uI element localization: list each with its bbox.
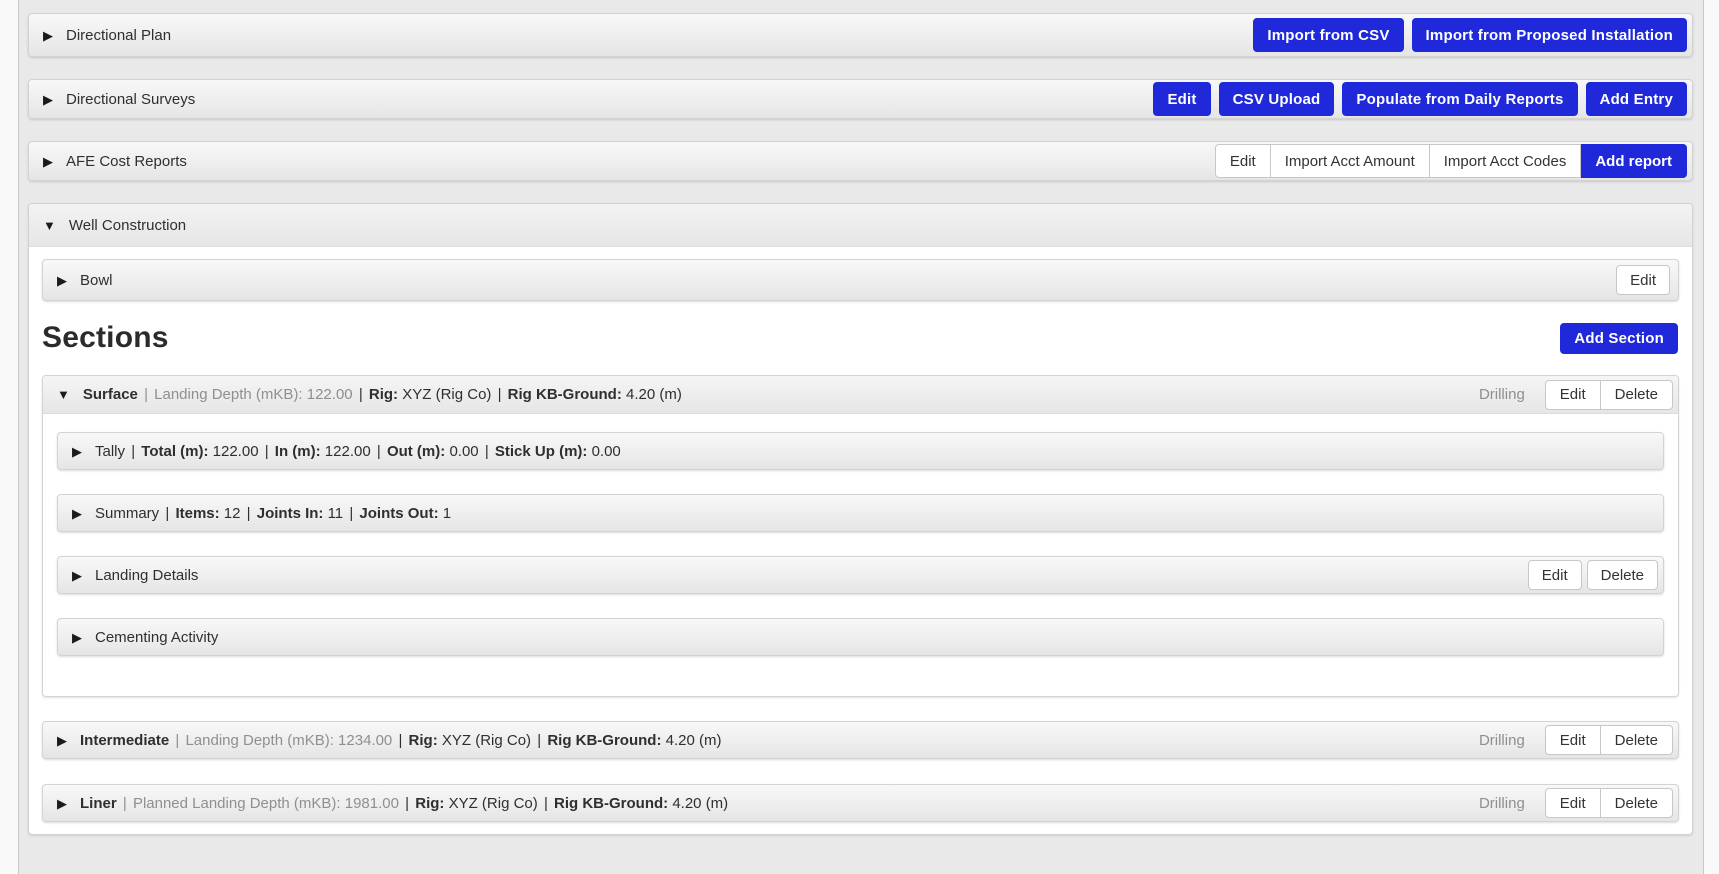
subpanel-name: Cementing Activity xyxy=(95,629,218,646)
section-title-text: Liner | Planned Landing Depth (mKB): 198… xyxy=(80,795,728,812)
section-surface: ▼ Surface | Landing Depth (mKB): 122.00 … xyxy=(42,375,1679,697)
status-badge: Drilling xyxy=(1479,795,1525,812)
landing-depth-label: Planned Landing Depth (mKB): xyxy=(133,795,341,812)
accordion-afe-cost-reports[interactable]: ▶ AFE Cost Reports Edit Import Acct Amou… xyxy=(28,141,1693,181)
caret-right-icon: ▶ xyxy=(43,29,53,42)
populate-from-daily-reports-button[interactable]: Populate from Daily Reports xyxy=(1342,82,1577,116)
accordion-title: Directional Surveys xyxy=(66,91,195,108)
rig-kb-ground-value: 4.20 (m) xyxy=(672,795,728,812)
caret-right-icon: ▶ xyxy=(57,797,67,810)
caret-right-icon: ▶ xyxy=(57,734,67,747)
import-from-proposed-installation-button[interactable]: Import from Proposed Installation xyxy=(1412,18,1687,52)
csv-upload-button[interactable]: CSV Upload xyxy=(1219,82,1335,116)
import-acct-codes-button[interactable]: Import Acct Codes xyxy=(1430,144,1582,178)
section-actions-group: Edit Delete xyxy=(1545,380,1673,410)
status-badge: Drilling xyxy=(1479,732,1525,749)
rig-value: XYZ (Rig Co) xyxy=(449,795,538,812)
landing-depth-value: 1234.00 xyxy=(338,732,392,749)
delete-button[interactable]: Delete xyxy=(1601,380,1673,410)
accordion-section-liner[interactable]: ▶ Liner | Planned Landing Depth (mKB): 1… xyxy=(42,784,1679,822)
afe-button-group: Edit Import Acct Amount Import Acct Code… xyxy=(1215,144,1687,178)
delete-button[interactable]: Delete xyxy=(1601,788,1673,818)
rig-label: Rig: xyxy=(409,732,438,749)
add-entry-button[interactable]: Add Entry xyxy=(1586,82,1687,116)
accordion-cementing-activity[interactable]: ▶ Cementing Activity xyxy=(57,618,1664,656)
rig-kb-ground-value: 4.20 (m) xyxy=(626,386,682,403)
section-name: Liner xyxy=(80,795,117,812)
rig-label: Rig: xyxy=(415,795,444,812)
import-acct-amount-button[interactable]: Import Acct Amount xyxy=(1271,144,1430,178)
accordion-tally[interactable]: ▶ Tally | Total (m): 122.00 | In (m): 12… xyxy=(57,432,1664,470)
section-actions-group: Edit Delete xyxy=(1545,788,1673,818)
landing-depth-label: Landing Depth (mKB): xyxy=(154,386,302,403)
edit-button[interactable]: Edit xyxy=(1153,82,1210,116)
landing-depth-value: 1981.00 xyxy=(345,795,399,812)
caret-right-icon: ▶ xyxy=(43,155,53,168)
well-construction-body: ▶ Bowl Edit Sections Add Section ▼ Surfa… xyxy=(29,247,1692,834)
section-title-text: Surface | Landing Depth (mKB): 122.00 | … xyxy=(83,386,682,403)
caret-right-icon: ▶ xyxy=(43,93,53,106)
summary-text: Summary | Items: 12 | Joints In: 11 | Jo… xyxy=(95,505,451,522)
accordion-landing-details[interactable]: ▶ Landing Details Edit Delete xyxy=(57,556,1664,594)
accordion-section-intermediate[interactable]: ▶ Intermediate | Landing Depth (mKB): 12… xyxy=(42,721,1679,759)
accordion-title: Directional Plan xyxy=(66,27,171,44)
left-page-gutter xyxy=(0,0,19,874)
edit-button[interactable]: Edit xyxy=(1528,560,1582,590)
edit-button[interactable]: Edit xyxy=(1545,725,1601,755)
accordion-directional-plan[interactable]: ▶ Directional Plan Import from CSV Impor… xyxy=(28,13,1693,57)
panel-title: Well Construction xyxy=(69,217,186,234)
subpanel-name: Landing Details xyxy=(95,567,198,584)
main-content: ▶ Directional Plan Import from CSV Impor… xyxy=(28,0,1693,835)
rig-value: XYZ (Rig Co) xyxy=(442,732,531,749)
caret-down-icon: ▼ xyxy=(43,219,56,232)
tally-summary-text: Tally | Total (m): 122.00 | In (m): 122.… xyxy=(95,443,621,460)
accordion-bowl[interactable]: ▶ Bowl Edit xyxy=(42,259,1679,301)
well-construction-panel: ▼ Well Construction ▶ Bowl Edit Sections… xyxy=(28,203,1693,835)
edit-button[interactable]: Edit xyxy=(1545,380,1601,410)
status-badge: Drilling xyxy=(1479,386,1525,403)
accordion-section-surface[interactable]: ▼ Surface | Landing Depth (mKB): 122.00 … xyxy=(43,376,1678,414)
section-title-text: Intermediate | Landing Depth (mKB): 1234… xyxy=(80,732,721,749)
rig-kb-ground-label: Rig KB-Ground: xyxy=(554,795,668,812)
section-actions-group: Edit Delete xyxy=(1545,725,1673,755)
add-section-button[interactable]: Add Section xyxy=(1560,323,1678,354)
add-report-button[interactable]: Add report xyxy=(1581,144,1687,178)
caret-right-icon: ▶ xyxy=(72,507,82,520)
accordion-directional-surveys[interactable]: ▶ Directional Surveys Edit CSV Upload Po… xyxy=(28,79,1693,119)
caret-right-icon: ▶ xyxy=(72,569,82,582)
rig-kb-ground-label: Rig KB-Ground: xyxy=(508,386,622,403)
sections-heading: Sections xyxy=(42,321,169,355)
accordion-title: AFE Cost Reports xyxy=(66,153,187,170)
import-from-csv-button[interactable]: Import from CSV xyxy=(1253,18,1403,52)
edit-button[interactable]: Edit xyxy=(1215,144,1271,178)
caret-right-icon: ▶ xyxy=(57,274,67,287)
section-surface-body: ▶ Tally | Total (m): 122.00 | In (m): 12… xyxy=(43,414,1678,696)
caret-right-icon: ▶ xyxy=(72,631,82,644)
rig-label: Rig: xyxy=(369,386,398,403)
caret-right-icon: ▶ xyxy=(72,445,82,458)
subpanel-name: Summary xyxy=(95,505,159,522)
rig-kb-ground-value: 4.20 (m) xyxy=(666,732,722,749)
rig-kb-ground-label: Rig KB-Ground: xyxy=(547,732,661,749)
landing-depth-label: Landing Depth (mKB): xyxy=(185,732,333,749)
caret-down-icon: ▼ xyxy=(57,388,70,401)
rig-value: XYZ (Rig Co) xyxy=(402,386,491,403)
edit-button[interactable]: Edit xyxy=(1545,788,1601,818)
section-name: Intermediate xyxy=(80,732,169,749)
section-name: Surface xyxy=(83,386,138,403)
right-scroll-gutter[interactable] xyxy=(1703,0,1719,874)
subpanel-name: Tally xyxy=(95,443,125,460)
delete-button[interactable]: Delete xyxy=(1601,725,1673,755)
edit-button[interactable]: Edit xyxy=(1616,265,1670,295)
accordion-summary[interactable]: ▶ Summary | Items: 12 | Joints In: 11 | … xyxy=(57,494,1664,532)
delete-button[interactable]: Delete xyxy=(1587,560,1658,590)
accordion-title: Bowl xyxy=(80,272,113,289)
accordion-well-construction[interactable]: ▼ Well Construction xyxy=(29,204,1692,247)
landing-depth-value: 122.00 xyxy=(307,386,353,403)
sections-heading-row: Sections Add Section xyxy=(42,321,1678,355)
